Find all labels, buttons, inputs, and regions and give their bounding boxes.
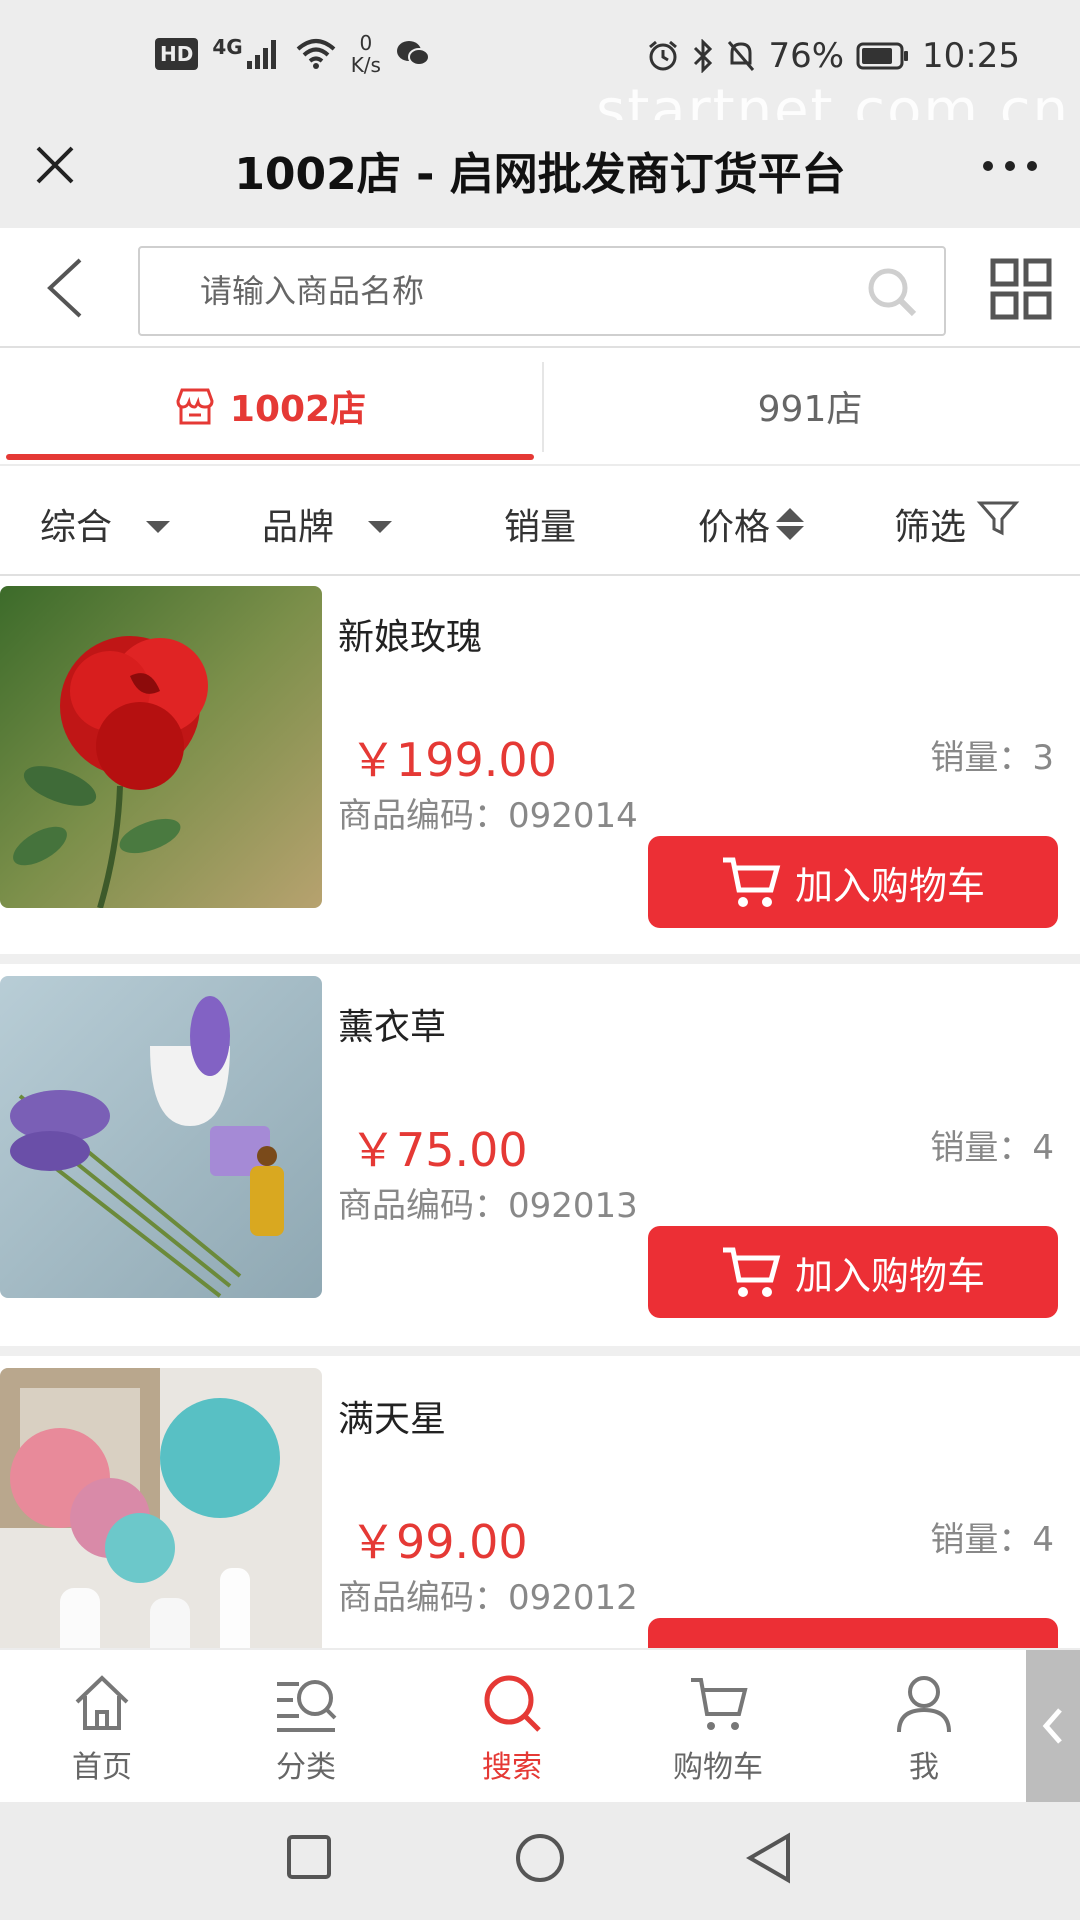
filter-label: 筛选: [894, 507, 967, 548]
product-image-babys-breath: [0, 1368, 322, 1648]
filter-screen[interactable]: 筛选: [894, 498, 1020, 550]
product-sales: 销量：4: [930, 1520, 1054, 1560]
back-icon[interactable]: [40, 256, 90, 320]
system-nav-bar: [0, 1802, 1080, 1920]
product-card[interactable]: 薰衣草 ￥75.00 销量：4 商品编码：092013 加入购物车: [0, 966, 1080, 1346]
mute-icon: [728, 41, 755, 71]
page-title: 1002店 - 启网批发商订货平台: [234, 149, 846, 200]
filter-bar: 综合 品牌 销量 价格 筛选: [0, 468, 1080, 576]
search-icon[interactable]: [866, 266, 918, 318]
alarm-icon: [649, 40, 678, 71]
bluetooth-icon: [694, 39, 713, 73]
more-icon[interactable]: [980, 154, 1040, 178]
tab-label: 991店: [757, 389, 863, 430]
product-price: ￥75.00: [350, 1123, 528, 1177]
product-name[interactable]: 薰衣草: [338, 998, 446, 1050]
nav-item-home[interactable]: 首页: [22, 1672, 182, 1786]
cart-icon: [722, 1247, 781, 1297]
add-to-cart-button[interactable]: 加入购物车: [648, 1226, 1058, 1318]
cart-button-label: 加入购物车: [794, 863, 985, 908]
cart-button-label: 加入购物车: [758, 1637, 948, 1649]
product-code: 商品编码：092012: [338, 1578, 638, 1618]
filter-label: 价格: [698, 507, 771, 548]
dropdown-caret-icon: [146, 521, 171, 533]
tab-shop-1002[interactable]: 1002店: [0, 348, 540, 464]
cart-icon: [722, 857, 781, 907]
user-icon: [897, 1676, 951, 1733]
filter-label: 品牌: [262, 507, 335, 548]
product-image-lavender: [0, 976, 322, 1298]
product-code: 商品编码：092013: [338, 1186, 638, 1226]
product-price: ￥199.00: [350, 733, 557, 787]
active-tab-indicator: [6, 454, 534, 460]
nav-label: 搜索: [482, 1750, 542, 1785]
cart-button-label: 加入购物车: [794, 1253, 985, 1298]
back-button-icon[interactable]: [744, 1832, 794, 1884]
sort-icon: [776, 508, 805, 540]
wifi-icon: [296, 39, 336, 69]
list-separator: [0, 1346, 1080, 1356]
search-bar: [0, 228, 1080, 348]
title-bar: 1002店 - 启网批发商订货平台: [0, 120, 1080, 228]
store-icon: [176, 388, 214, 425]
status-right: 76% 10:25: [646, 36, 1020, 76]
bottom-nav: 首页 分类 搜索 购物车 我: [0, 1648, 1080, 1802]
nav-item-search[interactable]: 搜索: [432, 1672, 592, 1786]
filter-brand[interactable]: 品牌: [262, 498, 393, 550]
network-label: 4G: [212, 35, 243, 59]
add-to-cart-button[interactable]: 加入购物车: [648, 1618, 1058, 1648]
battery-icon: [856, 42, 909, 70]
nav-label: 购物车: [673, 1750, 763, 1785]
nav-label: 首页: [72, 1750, 132, 1785]
search-icon: [484, 1675, 541, 1732]
nav-item-cart[interactable]: 购物车: [638, 1672, 798, 1786]
cart-icon: [691, 1678, 748, 1730]
list-separator: [0, 954, 1080, 964]
search-box: [138, 246, 946, 336]
net-speed-value: 0: [359, 31, 373, 55]
nav-label: 我: [909, 1750, 939, 1785]
home-icon: [75, 1675, 129, 1730]
funnel-icon: [976, 501, 1020, 536]
status-bar: HD 4G 0 K/s 76% 10:25 startnet.com.cn: [0, 0, 1080, 143]
dropdown-caret-icon: [368, 521, 393, 533]
net-speed-unit: K/s: [350, 53, 381, 77]
add-to-cart-button[interactable]: 加入购物车: [648, 836, 1058, 928]
tab-shop-991[interactable]: 991店: [540, 348, 1080, 464]
product-card[interactable]: 满天星 ￥99.00 销量：4 商品编码：092012 加入购物车: [0, 1358, 1080, 1648]
clock: 10:25: [922, 36, 1020, 76]
filter-label: 销量: [504, 507, 577, 548]
chevron-left-icon: [1042, 1708, 1062, 1744]
tab-label: 1002店: [229, 389, 367, 430]
collapse-tab[interactable]: [1026, 1650, 1080, 1802]
nav-label: 分类: [276, 1750, 336, 1785]
wechat-icon: [396, 41, 430, 66]
tab-divider: [542, 362, 544, 452]
product-name[interactable]: 新娘玫瑰: [338, 608, 482, 660]
nav-item-me[interactable]: 我: [844, 1672, 1004, 1786]
shop-tabs: 1002店 991店: [0, 348, 1080, 466]
recent-apps-icon[interactable]: [284, 1832, 334, 1882]
grid-icon[interactable]: [990, 258, 1052, 320]
product-price: ￥99.00: [350, 1515, 528, 1569]
filter-sales[interactable]: 销量: [504, 498, 576, 550]
product-image-rose: [0, 586, 322, 908]
status-left: HD 4G 0 K/s: [155, 32, 431, 76]
battery-percent: 76%: [768, 36, 845, 76]
product-name[interactable]: 满天星: [338, 1390, 446, 1442]
product-sales: 销量：3: [930, 738, 1054, 778]
category-icon: [277, 1680, 337, 1732]
nav-item-category[interactable]: 分类: [226, 1672, 386, 1786]
product-card[interactable]: 新娘玫瑰 ￥199.00 销量：3 商品编码：092014 加入购物车: [0, 576, 1080, 956]
product-sales: 销量：4: [930, 1128, 1054, 1168]
signal-icon: [246, 40, 276, 69]
filter-comprehensive[interactable]: 综合: [40, 498, 171, 550]
home-button-icon[interactable]: [514, 1832, 566, 1884]
hd-badge: HD: [155, 38, 199, 70]
search-input[interactable]: [200, 248, 800, 334]
net-speed: 0 K/s: [351, 32, 381, 76]
filter-price[interactable]: 价格: [698, 498, 805, 550]
product-code: 商品编码：092014: [338, 796, 638, 836]
filter-label: 综合: [40, 507, 113, 548]
